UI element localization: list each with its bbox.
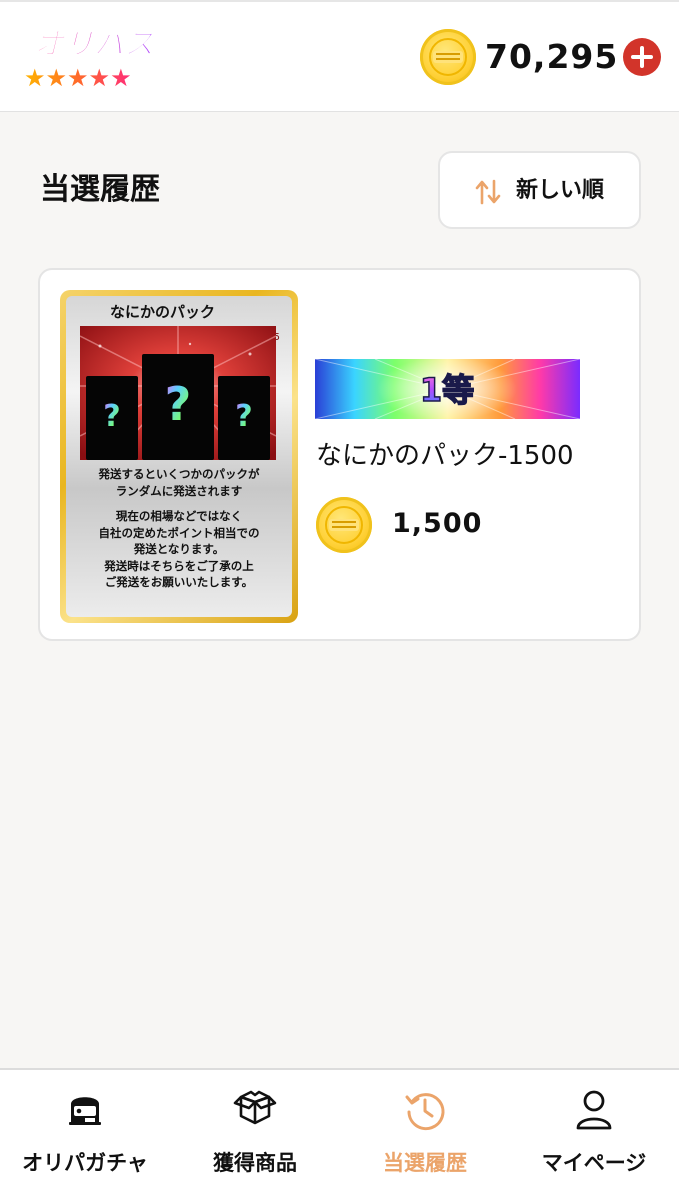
logo-wordmark: オリパスマッシュ: [34, 27, 158, 62]
sort-arrows-icon: [475, 179, 501, 205]
sort-order-button[interactable]: 新しい順: [438, 151, 641, 229]
add-coins-button[interactable]: [623, 38, 661, 76]
sort-order-label: 新しい順: [516, 178, 605, 203]
user-icon: [576, 1090, 612, 1130]
coin-balance: 70,295: [485, 37, 619, 76]
pack-card-description-2: 現在の相場などではなく 自社の定めたポイント相当での 発送となります。 発送時は…: [98, 509, 260, 589]
pack-card-image: なにかのパック 5 ? ? ? 発送するといくつかのパックが ランダムに発送され…: [60, 290, 298, 623]
won-item-name: なにかのパック-1500: [316, 441, 574, 471]
nav-label-win-history: 当選履歴: [383, 1151, 467, 1175]
nav-label-my-page: マイページ: [541, 1151, 647, 1175]
coin-icon: [316, 497, 372, 553]
nav-item-acquired-items[interactable]: 獲得商品: [170, 1070, 340, 1200]
nav-item-gacha[interactable]: オリパガチャ: [0, 1070, 170, 1200]
nav-label-gacha: オリパガチャ: [22, 1151, 148, 1175]
pack-card-description: 発送するといくつかのパックが ランダムに発送されます 現在の相場などではなく 自…: [74, 466, 284, 591]
nav-item-my-page[interactable]: マイページ: [509, 1070, 679, 1200]
page-title: 当選履歴: [40, 172, 160, 207]
nav-label-acquired-items: 獲得商品: [213, 1151, 297, 1175]
history-clock-icon: [405, 1093, 445, 1131]
svg-text:?: ?: [165, 377, 192, 431]
gacha-machine-icon: [69, 1097, 101, 1125]
app-logo[interactable]: オリパスマッシュ ★★★★★: [18, 22, 158, 94]
mystery-packs-artwork: ? ? ?: [80, 326, 276, 460]
svg-text:?: ?: [103, 399, 120, 434]
nav-item-win-history[interactable]: 当選履歴: [340, 1070, 510, 1200]
pack-card-description-1: 発送するといくつかのパックが ランダムに発送されます: [98, 467, 260, 498]
svg-text:?: ?: [235, 399, 252, 434]
svg-text:★★★★★: ★★★★★: [24, 64, 132, 92]
open-box-icon: [233, 1090, 277, 1125]
coin-icon: [420, 29, 476, 85]
won-item-points: 1,500: [392, 508, 483, 539]
prize-rank-banner: 1等: [315, 359, 580, 419]
app-header: オリパスマッシュ ★★★★★ 70,295: [0, 0, 679, 112]
pack-card-name: なにかのパック: [110, 303, 216, 321]
bottom-navigation: オリパガチャ 獲得商品 当選履歴 マイページ: [0, 1068, 679, 1200]
prize-rank-text: 1等: [420, 371, 474, 409]
history-item[interactable]: なにかのパック 5 ? ? ? 発送するといくつかのパックが ランダムに発送され…: [38, 268, 641, 641]
